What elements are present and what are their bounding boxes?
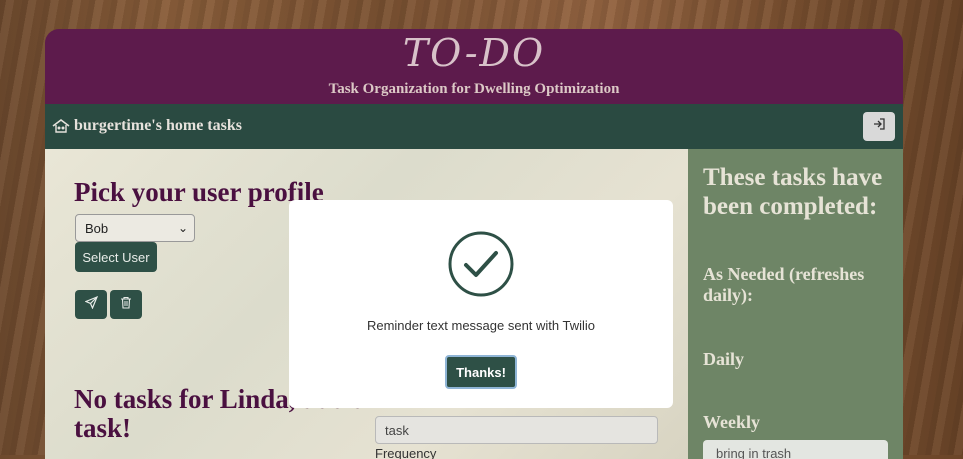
check-circle-icon bbox=[447, 230, 515, 298]
thanks-button[interactable]: Thanks! bbox=[445, 355, 517, 389]
reminder-sent-modal: Reminder text message sent with Twilio T… bbox=[289, 200, 673, 408]
modal-message: Reminder text message sent with Twilio bbox=[366, 318, 596, 333]
